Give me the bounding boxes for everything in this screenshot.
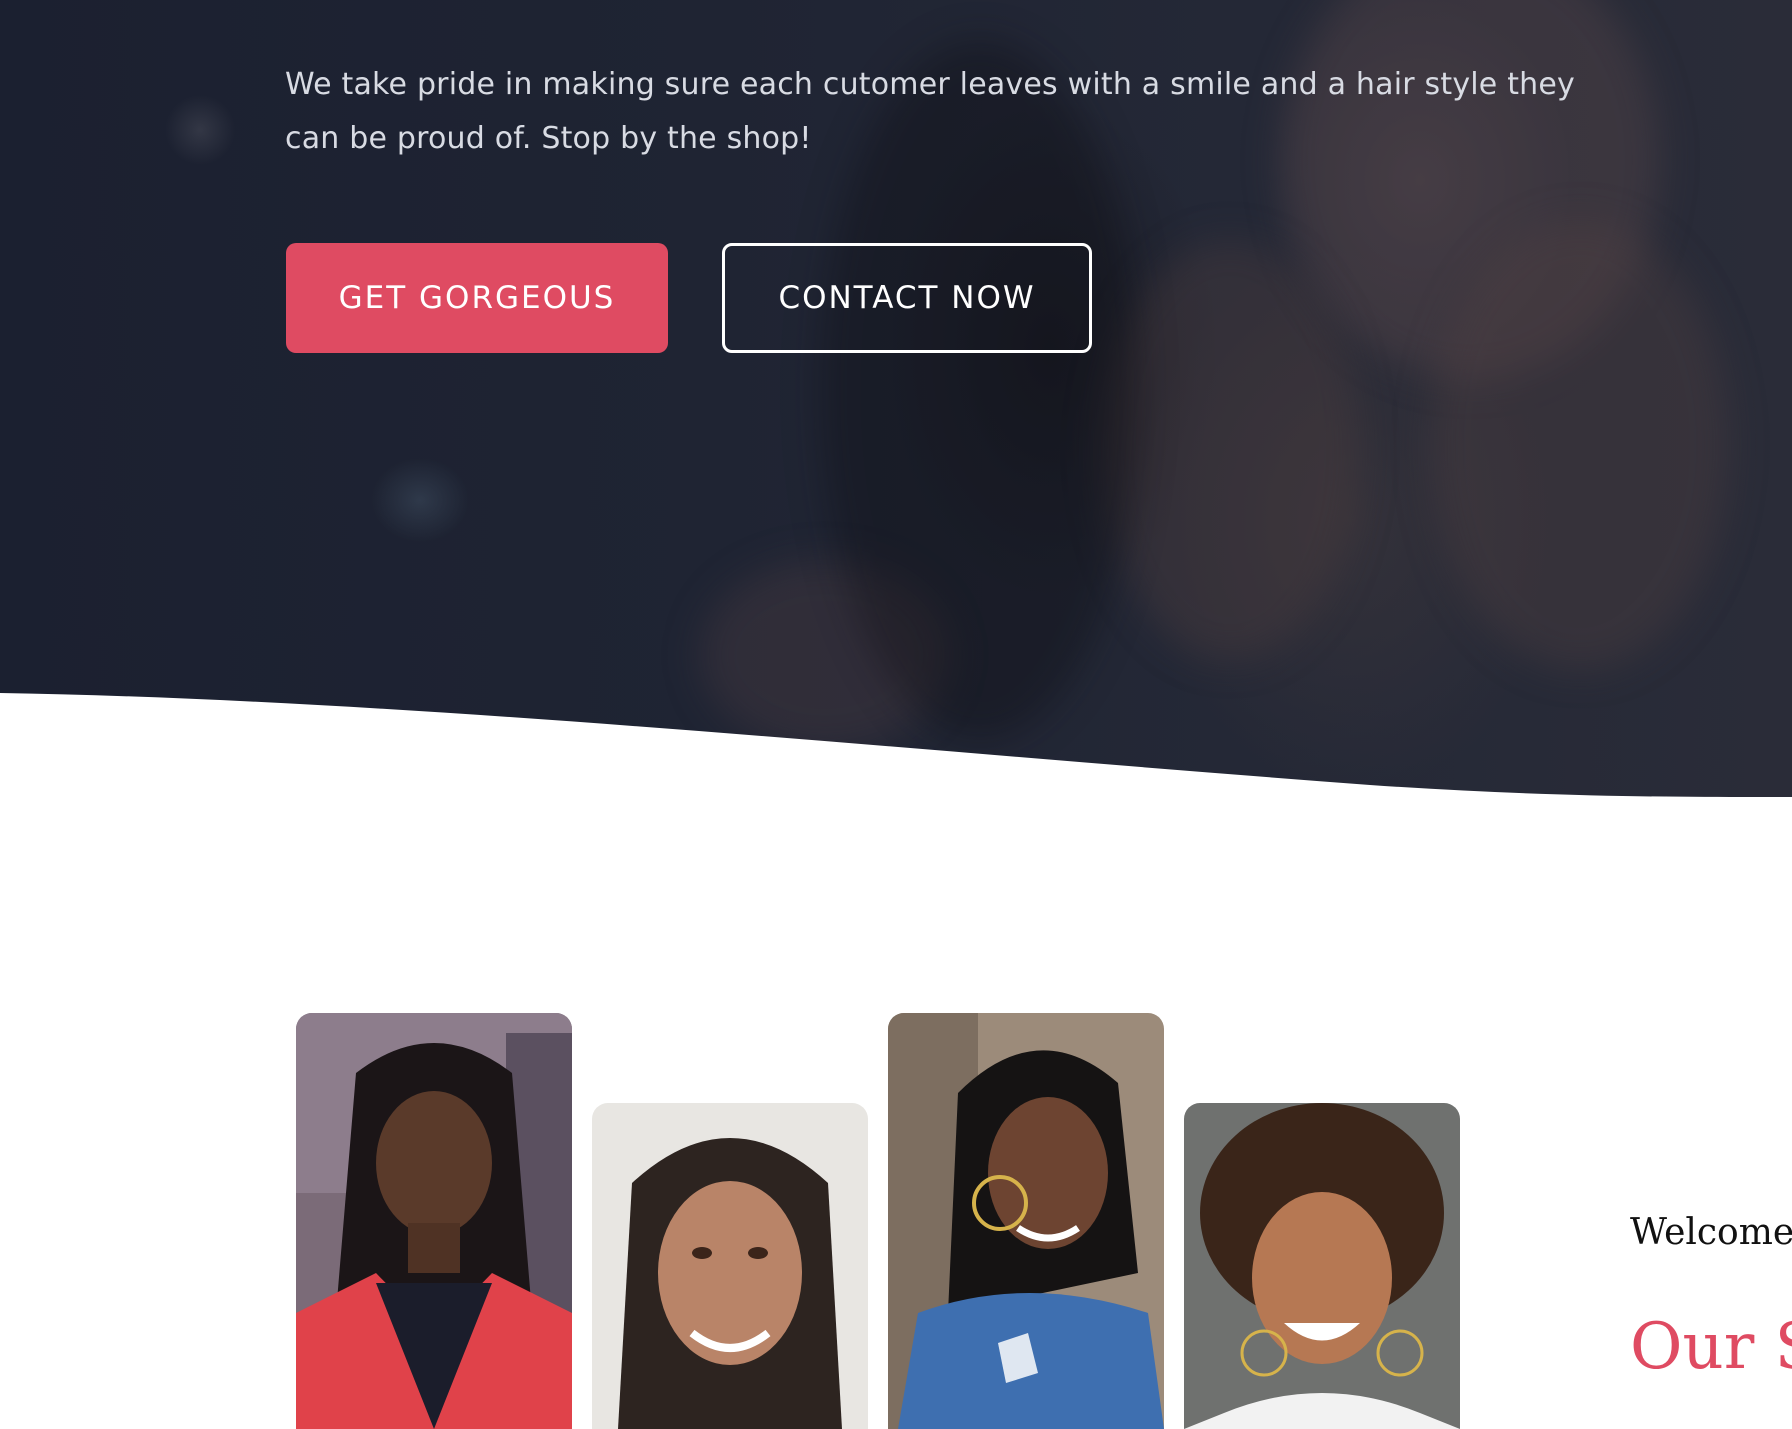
gallery-photo-4 <box>1184 1103 1460 1429</box>
section-heading: Our S <box>1630 1310 1792 1384</box>
gallery-photo-2 <box>592 1103 868 1429</box>
gallery-photo-3 <box>888 1013 1164 1429</box>
hero-section: We take pride in making sure each cutome… <box>0 0 1792 800</box>
welcome-text: Welcome <box>1630 1212 1792 1253</box>
hero-description: We take pride in making sure each cutome… <box>285 67 1575 156</box>
contact-now-button[interactable]: CONTACT NOW <box>722 243 1092 353</box>
gallery-photo-1 <box>296 1013 572 1429</box>
get-gorgeous-button[interactable]: GET GORGEOUS <box>286 243 668 353</box>
